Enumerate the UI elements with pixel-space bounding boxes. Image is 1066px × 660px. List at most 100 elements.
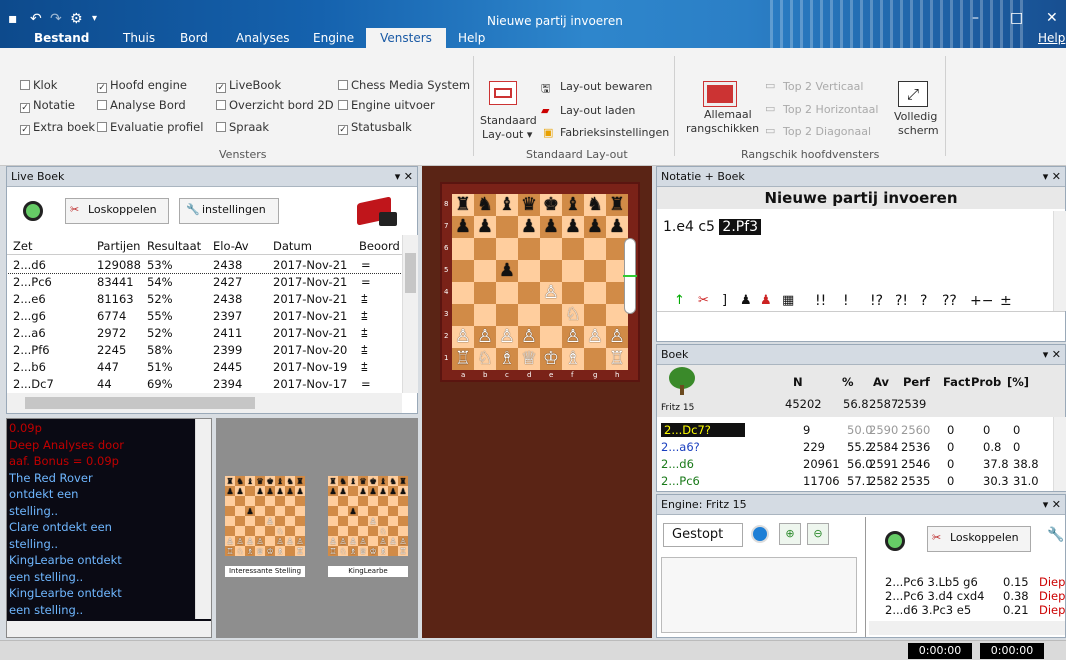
boek-vscroll[interactable] xyxy=(1053,417,1066,491)
chess-piece[interactable]: ♖ xyxy=(606,348,628,370)
arrange-all-icon[interactable] xyxy=(703,81,737,107)
top2-horizontal-button[interactable]: Top 2 Horizontaal xyxy=(783,103,878,116)
top2-diagonal-button[interactable]: Top 2 Diagonaal xyxy=(783,125,871,138)
checkbox-chess-media-system[interactable]: Chess Media System xyxy=(338,78,470,92)
chess-piece[interactable]: ♚ xyxy=(540,194,562,216)
nag-1[interactable]: ! xyxy=(843,293,849,309)
chess-piece[interactable]: ♙ xyxy=(474,326,496,348)
chess-piece[interactable]: ♞ xyxy=(584,194,606,216)
menu-vensters[interactable]: Vensters xyxy=(366,28,446,48)
col-resultaat[interactable]: Resultaat xyxy=(147,239,201,253)
menu-bord[interactable]: Bord xyxy=(172,28,216,48)
checkbox-box[interactable]: ✓ xyxy=(20,125,30,135)
layout-load-button[interactable]: Lay-out laden xyxy=(560,104,635,117)
pane-controls-icon[interactable]: ▾ ✕ xyxy=(1043,167,1061,186)
layout-save-button[interactable]: Lay-out bewaren xyxy=(560,80,652,93)
col-beoord[interactable]: Beoord xyxy=(359,239,400,253)
checkbox-box[interactable] xyxy=(20,80,30,90)
move-2-white-current[interactable]: 2.Pf3 xyxy=(719,219,762,235)
nag-5[interactable]: ?? xyxy=(942,293,957,309)
table-row[interactable]: 2...Dc7 44 69% 2394 2017-Nov-17 = xyxy=(7,375,402,392)
redo-icon[interactable]: ↷ xyxy=(50,11,62,27)
nag-2[interactable]: !? xyxy=(870,293,883,309)
chess-piece[interactable]: ♟ xyxy=(518,216,540,238)
nag-4[interactable]: ? xyxy=(920,293,927,309)
thumbnail-board-1[interactable]: ♜ ♞ ♝ ♛ ♚ ♝ ♞ ♜ ♟ ♟ ♟ ♟ ♟ ♟ ♟ ♟ ♙ ♘ ♙ ♙ ♙ ♙ ♙ ♙ ♙ ♖ ♘ ♗ ♕ ♔ ♗ ♖ xyxy=(225,476,305,556)
evaluation-slider[interactable] xyxy=(623,238,637,314)
pane-controls-icon[interactable]: ▾ ✕ xyxy=(1043,495,1061,514)
chess-piece[interactable]: ♙ xyxy=(518,326,540,348)
checkbox-box[interactable] xyxy=(97,100,107,110)
chess-piece[interactable]: ♜ xyxy=(452,194,474,216)
chess-piece[interactable]: ♟ xyxy=(474,216,496,238)
checkbox-statusbalk[interactable]: ✓ Statusbalk xyxy=(338,120,412,135)
engine-hscroll[interactable] xyxy=(869,621,1065,635)
chess-piece[interactable]: ♙ xyxy=(452,326,474,348)
notation-vscroll[interactable] xyxy=(1053,211,1066,311)
boek-row[interactable]: 2...Dc7? 9 50.0 2590 2560 0 0 0 xyxy=(657,421,1053,438)
chess-board[interactable]: ♜ ♞ ♝ ♛ ♚ ♝ ♞ ♜ ♟ ♟ ♟ ♟ ♟ ♟ ♟ ♟ ♙ ♘ ♙ ♙ ♙ ♙ ♙ ♙ ♙ ♖ ♘ ♗ ♕ ♔ ♗ ♖ 8 7 6 5 4 3 2 1… xyxy=(440,182,640,382)
checkbox-box[interactable] xyxy=(338,80,348,90)
chess-piece[interactable]: ♙ xyxy=(562,326,584,348)
chat-hscroll[interactable] xyxy=(7,621,211,637)
checkbox-extra-boek[interactable]: ✓ Extra boek xyxy=(20,120,95,135)
engine-wrench-icon[interactable]: 🔧 xyxy=(1047,527,1064,543)
livebook-vscroll[interactable] xyxy=(402,235,418,393)
chess-piece[interactable]: ♛ xyxy=(518,194,540,216)
checkbox-hoofd-engine[interactable]: ✓ Hoofd engine xyxy=(97,78,187,93)
minimize-icon[interactable]: – xyxy=(972,10,979,26)
maximize-icon[interactable]: □ xyxy=(1010,10,1023,26)
save-icon[interactable]: ▪ xyxy=(8,11,18,27)
table-row[interactable]: 2...d6 129088 53% 2438 2017-Nov-21 = xyxy=(7,256,402,274)
chess-piece[interactable]: ♙ xyxy=(540,282,562,304)
board-diagram-icon[interactable]: ▦ xyxy=(782,293,794,308)
move-1-black[interactable]: c5 xyxy=(698,219,715,235)
chess-piece[interactable]: ♘ xyxy=(474,348,496,370)
settings-gear-icon[interactable]: ⚙ xyxy=(70,11,83,27)
table-row[interactable]: 2...b6 447 51% 2445 2017-Nov-19 ⩲ xyxy=(7,358,402,375)
nag-6[interactable]: +− xyxy=(970,293,993,309)
checkbox-klok[interactable]: Klok xyxy=(20,78,57,92)
chess-piece[interactable]: ♖ xyxy=(452,348,474,370)
checkbox-engine-uitvoer[interactable]: Engine uitvoer xyxy=(338,98,435,112)
checkbox-box[interactable]: ✓ xyxy=(338,125,348,135)
help-link[interactable]: Help xyxy=(1030,28,1066,48)
engine-disconnect-button[interactable]: ✂ Loskoppelen xyxy=(927,526,1031,552)
chess-piece[interactable]: ♕ xyxy=(518,348,540,370)
menu-help[interactable]: Help xyxy=(450,28,493,48)
chess-piece[interactable]: ♗ xyxy=(496,348,518,370)
table-row[interactable]: 2...Pc6 83441 54% 2427 2017-Nov-21 = xyxy=(7,273,402,290)
livebook-disconnect-button[interactable]: ✂ Loskoppelen xyxy=(65,198,169,224)
bracket-icon[interactable]: ] xyxy=(722,293,727,308)
standard-layout-button[interactable]: Standaard xyxy=(480,114,537,127)
factory-settings-button[interactable]: Fabrieksinstellingen xyxy=(560,126,669,139)
boek-row[interactable]: 2...a6? 229 55.2 2584 2536 0 0.8 0 xyxy=(657,438,1053,455)
delete-move-icon[interactable]: ✂ xyxy=(698,293,709,308)
checkbox-box[interactable]: ✓ xyxy=(97,83,107,93)
chess-piece[interactable]: ♙ xyxy=(496,326,518,348)
chess-piece[interactable]: ♟ xyxy=(606,216,628,238)
layout-icon[interactable] xyxy=(489,81,517,105)
checkbox-evaluatie-profiel[interactable]: Evaluatie profiel xyxy=(97,120,203,134)
menu-engine[interactable]: Engine xyxy=(305,28,362,48)
checkbox-box[interactable] xyxy=(97,122,107,132)
col-elo[interactable]: Elo-Av xyxy=(213,239,249,253)
zoom-out-icon[interactable]: ⊖ xyxy=(807,523,829,545)
pane-controls-icon[interactable]: ▾ ✕ xyxy=(1043,345,1061,364)
standard-layout-dropdown[interactable]: Lay-out ▾ xyxy=(482,128,532,141)
thumbnail-board-2[interactable]: ♜ ♞ ♝ ♛ ♚ ♝ ♞ ♜ ♟ ♟ ♟ ♟ ♟ ♟ ♟ ♟ ♙ ♘ ♙ ♙ ♙ ♙ ♙ ♙ ♙ ♖ ♘ ♗ ♕ ♔ ♗ ♖ xyxy=(328,476,408,556)
menu-thuis[interactable]: Thuis xyxy=(115,28,163,48)
table-row[interactable]: 2...e6 81163 52% 2438 2017-Nov-21 ⩲ xyxy=(7,290,402,307)
chess-piece[interactable]: ♜ xyxy=(606,194,628,216)
engine-play-icon[interactable] xyxy=(751,525,769,543)
chess-piece[interactable]: ♙ xyxy=(606,326,628,348)
checkbox-livebook[interactable]: ✓ LiveBook xyxy=(216,78,281,93)
quick-access-dropdown-icon[interactable]: ▾ xyxy=(92,13,97,24)
checkbox-analyse-bord[interactable]: Analyse Bord xyxy=(97,98,186,112)
fullscreen-button[interactable]: Volledig xyxy=(894,110,937,123)
col-partijen[interactable]: Partijen xyxy=(97,239,140,253)
table-row[interactable]: 2...g6 6774 55% 2397 2017-Nov-21 ⩲ xyxy=(7,307,402,324)
menu-bestand[interactable]: Bestand xyxy=(26,28,97,48)
checkbox-box[interactable] xyxy=(338,100,348,110)
move-1-white[interactable]: 1.e4 xyxy=(663,219,694,235)
